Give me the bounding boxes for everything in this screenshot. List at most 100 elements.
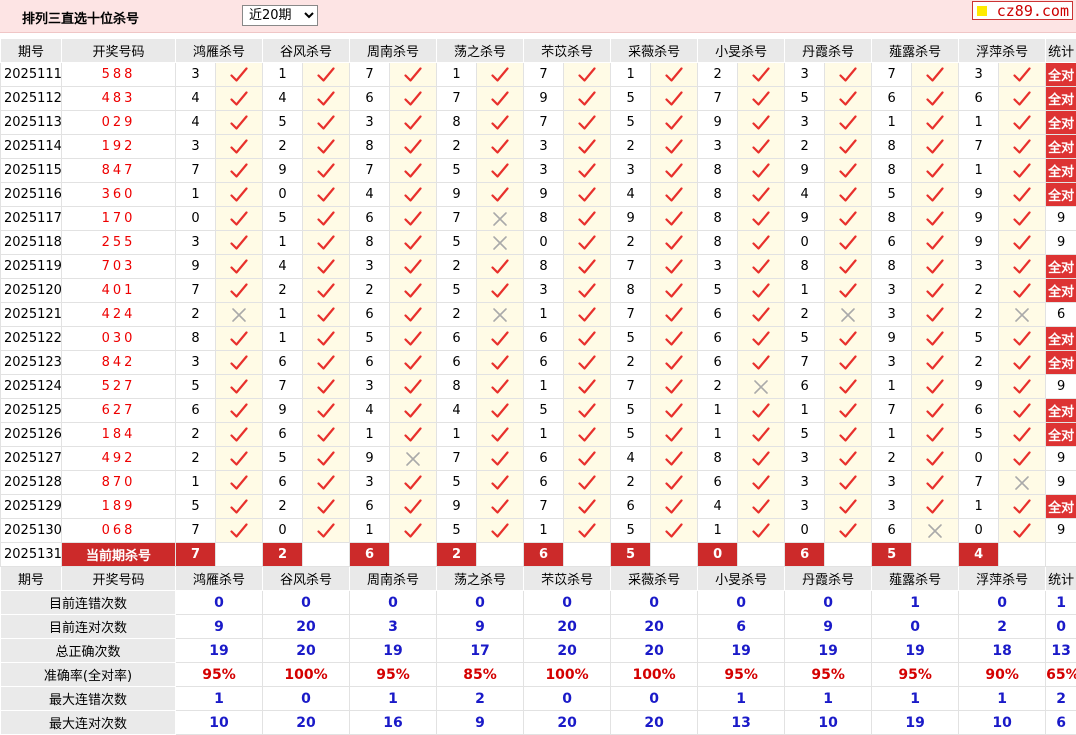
- stats-label: 准确率(全对率): [1, 663, 176, 687]
- kill-number-cell: 9: [872, 327, 912, 351]
- cross-icon: [492, 307, 508, 323]
- check-icon: [404, 499, 422, 515]
- kill-number-cell: 6: [872, 231, 912, 255]
- kill-number-cell: 7: [872, 63, 912, 87]
- cross-icon: [231, 307, 247, 323]
- stats-value: 0: [698, 591, 785, 615]
- hit-mark: [999, 87, 1046, 111]
- check-icon: [317, 67, 335, 83]
- period-select[interactable]: 近20期: [242, 5, 318, 26]
- miss-mark: [390, 447, 437, 471]
- hit-mark: [216, 231, 263, 255]
- current-kill-blank: [390, 543, 437, 567]
- kill-number-cell: 3: [350, 111, 390, 135]
- kill-number-cell: 6: [350, 87, 390, 111]
- check-icon: [665, 163, 683, 179]
- kill-number-cell: 1: [263, 63, 303, 87]
- kill-number-cell: 3: [176, 231, 216, 255]
- current-kill-blank: [216, 543, 263, 567]
- stats-value: 13: [698, 711, 785, 735]
- check-icon: [752, 67, 770, 83]
- hit-mark: [999, 135, 1046, 159]
- draw-number-cell: 184: [62, 423, 176, 447]
- check-icon: [404, 403, 422, 419]
- check-icon: [491, 67, 509, 83]
- period-cell: 2025112: [1, 87, 62, 111]
- hit-mark: [912, 87, 959, 111]
- stats-value: 1: [959, 687, 1046, 711]
- hit-mark: [477, 255, 524, 279]
- check-icon: [1013, 211, 1031, 227]
- kill-number-table: 期号开奖号码鸿雁杀号谷风杀号周南杀号荡之杀号芣苡杀号采薇杀号小旻杀号丹霞杀号薤露…: [0, 38, 1076, 735]
- kill-number-cell: 9: [524, 87, 564, 111]
- kill-number-cell: 1: [959, 111, 999, 135]
- hit-mark: [564, 351, 611, 375]
- header-expert: 丹霞杀号: [785, 39, 872, 63]
- check-icon: [839, 115, 857, 131]
- hit-mark: [303, 111, 350, 135]
- stats-value: 20: [524, 711, 611, 735]
- kill-number-cell: 3: [524, 279, 564, 303]
- hit-mark: [825, 111, 872, 135]
- kill-number-cell: 6: [524, 471, 564, 495]
- check-icon: [839, 139, 857, 155]
- check-icon: [752, 235, 770, 251]
- check-icon: [926, 259, 944, 275]
- kill-number-cell: 8: [611, 279, 651, 303]
- hit-mark: [651, 399, 698, 423]
- stats-value: 1: [872, 687, 959, 711]
- hit-mark: [999, 111, 1046, 135]
- site-logo[interactable]: cz89.com: [972, 1, 1073, 20]
- check-icon: [1013, 355, 1031, 371]
- stat-cell: 全对: [1046, 87, 1076, 111]
- kill-number-cell: 0: [785, 231, 825, 255]
- check-icon: [665, 211, 683, 227]
- cross-icon: [1014, 475, 1030, 491]
- hit-mark: [912, 399, 959, 423]
- stat-cell: 9: [1046, 519, 1076, 543]
- stat-cell: 全对: [1046, 351, 1076, 375]
- table-row: 202512452757381726199: [1, 375, 1076, 399]
- kill-number-cell: 3: [524, 135, 564, 159]
- check-icon: [404, 91, 422, 107]
- hit-mark: [999, 519, 1046, 543]
- stats-value: 95%: [785, 663, 872, 687]
- stats-value: 9: [437, 711, 524, 735]
- check-icon: [491, 499, 509, 515]
- kill-number-cell: 5: [350, 327, 390, 351]
- kill-number-cell: 4: [350, 399, 390, 423]
- stats-value: 17: [437, 639, 524, 663]
- kill-number-cell: 7: [959, 135, 999, 159]
- check-icon: [578, 499, 596, 515]
- check-icon: [491, 259, 509, 275]
- check-icon: [317, 283, 335, 299]
- draw-number-cell: 360: [62, 183, 176, 207]
- kill-number-cell: 2: [611, 471, 651, 495]
- check-icon: [839, 259, 857, 275]
- hit-mark: [825, 135, 872, 159]
- kill-number-cell: 2: [437, 303, 477, 327]
- kill-number-cell: 7: [872, 399, 912, 423]
- kill-number-cell: 2: [959, 279, 999, 303]
- hit-mark: [477, 183, 524, 207]
- stat-cell: 9: [1046, 207, 1076, 231]
- stat-cell: 全对: [1046, 183, 1076, 207]
- kill-number-cell: 6: [785, 375, 825, 399]
- check-icon: [230, 67, 248, 83]
- kill-number-cell: 3: [785, 471, 825, 495]
- kill-number-cell: 7: [524, 111, 564, 135]
- check-icon: [1013, 235, 1031, 251]
- hit-mark: [999, 207, 1046, 231]
- kill-number-cell: 1: [698, 423, 738, 447]
- logo-text: cz89.com: [997, 2, 1069, 20]
- kill-number-cell: 1: [350, 519, 390, 543]
- check-icon: [491, 187, 509, 203]
- kill-number-cell: 2: [437, 135, 477, 159]
- kill-number-cell: 2: [785, 303, 825, 327]
- hit-mark: [825, 327, 872, 351]
- hit-mark: [303, 447, 350, 471]
- kill-number-cell: 1: [524, 519, 564, 543]
- hit-mark: [999, 159, 1046, 183]
- kill-number-cell: 7: [611, 303, 651, 327]
- table-row: 20251163601049948459全对: [1, 183, 1076, 207]
